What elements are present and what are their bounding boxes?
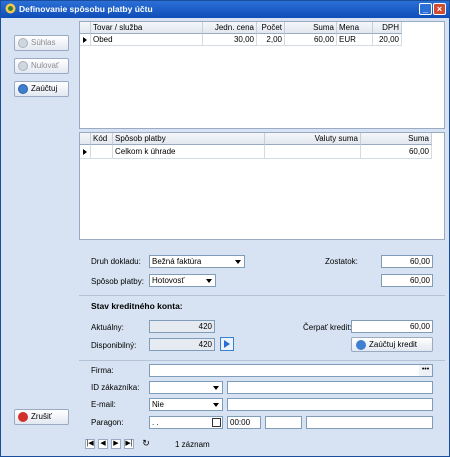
col-header-suma[interactable]: Suma: [361, 133, 432, 145]
chevron-down-icon[interactable]: [233, 256, 244, 267]
close-button[interactable]: ×: [433, 3, 446, 15]
col-header-tovar[interactable]: Tovar / služba: [91, 22, 203, 34]
title-bar: Definovanie spôsobu platby účtu _ ×: [1, 1, 449, 18]
post-icon: [18, 84, 28, 94]
window-title: Definovanie spôsobu platby účtu: [19, 4, 153, 14]
divider: [79, 360, 445, 361]
firma-field[interactable]: [149, 364, 433, 377]
email-detail-field[interactable]: [227, 398, 433, 411]
firma-label: Firma:: [91, 366, 114, 375]
cell-tovar[interactable]: Obed: [91, 34, 203, 46]
id-zakaznika-select[interactable]: [149, 381, 223, 394]
customer-section: Firma: ••• ID zákazníka: E-mail: Nie Par…: [79, 362, 445, 434]
cell-jedn-cena[interactable]: 30,00: [203, 34, 257, 46]
paragon-date-value: . .: [152, 418, 159, 427]
zrusit-button[interactable]: Zrušiť: [14, 409, 69, 425]
calendar-icon[interactable]: [212, 418, 221, 427]
document-section: Druh dokladu: Bežná faktúra Spôsob platb…: [79, 243, 445, 293]
col-header-pocet[interactable]: Počet: [257, 22, 285, 34]
ellipsis-button[interactable]: •••: [419, 365, 432, 376]
col-header-sposob-platby[interactable]: Spôsob platby: [113, 133, 265, 145]
refresh-icon[interactable]: ↻: [141, 439, 151, 449]
payments-grid: Kód Spôsob platby Valuty suma Suma Celko…: [79, 132, 445, 240]
zauctuj-label: Zaúčtuj: [31, 84, 58, 93]
app-icon: [5, 3, 16, 14]
email-label: E-mail:: [91, 400, 116, 409]
divider: [79, 295, 445, 296]
sposob-platby-value: Hotovosť: [152, 276, 185, 285]
credit-title: Stav kreditného konta:: [91, 301, 183, 311]
window: Definovanie spôsobu platby účtu _ × Súhl…: [0, 0, 450, 457]
zauctuj-kredit-button[interactable]: Zaúčtuj kredit: [351, 337, 433, 352]
sposob-platby-select[interactable]: Hotovosť: [149, 274, 216, 287]
zostatok-field[interactable]: 60,00: [381, 255, 433, 268]
cell-suma[interactable]: 60,00: [285, 34, 337, 46]
sposob-platby-label: Spôsob platby:: [91, 277, 144, 286]
cell-suma[interactable]: 60,00: [361, 145, 432, 159]
disponibilny-label: Disponibilný:: [91, 341, 137, 350]
paragon-number-field[interactable]: [265, 416, 302, 429]
items-grid: Tovar / služba Jedn. cena Počet Suma Men…: [79, 21, 445, 129]
record-count: 1 záznam: [175, 440, 210, 449]
id-zakaznika-label: ID zákazníka:: [91, 383, 140, 392]
last-record-icon[interactable]: ▶|: [124, 439, 134, 449]
row-indicator-header: [80, 22, 91, 34]
play-icon: [224, 340, 230, 348]
email-select[interactable]: Nie: [149, 398, 223, 411]
druh-dokladu-select[interactable]: Bežná faktúra: [149, 255, 245, 268]
row-indicator: [80, 34, 91, 46]
col-header-mena[interactable]: Mena: [337, 22, 373, 34]
aktualny-field: 420: [149, 320, 215, 333]
paragon-label: Paragon:: [91, 418, 124, 427]
nulovat-label: Nulovať: [31, 61, 59, 70]
chevron-down-icon[interactable]: [211, 382, 222, 393]
first-record-icon[interactable]: |◀: [85, 439, 95, 449]
disponibilny-field: 420: [149, 338, 215, 351]
chevron-down-icon[interactable]: [204, 275, 215, 286]
paragon-note-field[interactable]: [306, 416, 433, 429]
suhlas-button[interactable]: Súhlas: [14, 35, 69, 51]
cell-valuty-suma[interactable]: [265, 145, 361, 159]
cell-kod[interactable]: [91, 145, 113, 159]
suhlas-label: Súhlas: [31, 38, 56, 47]
druh-dokladu-label: Druh dokladu:: [91, 257, 141, 266]
chevron-down-icon[interactable]: [211, 399, 222, 410]
cell-sposob-platby[interactable]: Celkom k úhrade: [113, 145, 265, 159]
nulovat-button[interactable]: Nulovať: [14, 58, 69, 74]
paragon-time-field[interactable]: 00:00: [227, 416, 261, 429]
reset-icon: [18, 61, 28, 71]
zauctuj-kredit-label: Zaúčtuj kredit: [369, 340, 418, 349]
record-navigator: |◀ ◀ ▶ ▶| ↻ 1 záznam: [79, 435, 449, 455]
row-indicator-header: [80, 133, 91, 145]
cerpat-kredit-label: Čerpať kredit:: [303, 323, 352, 332]
aktualny-label: Aktuálny:: [91, 323, 124, 332]
post-icon: [356, 340, 366, 350]
cell-pocet[interactable]: 2,00: [257, 34, 285, 46]
zauctuj-button[interactable]: Zaúčtuj: [14, 81, 69, 97]
col-header-dph[interactable]: DPH: [373, 22, 402, 34]
next-record-icon[interactable]: ▶: [111, 439, 121, 449]
col-header-suma[interactable]: Suma: [285, 22, 337, 34]
check-icon: [18, 38, 28, 48]
col-header-jedn-cena[interactable]: Jedn. cena: [203, 22, 257, 34]
sposob-amount-field[interactable]: 60,00: [381, 274, 433, 287]
transfer-arrow-button[interactable]: [220, 337, 234, 351]
zostatok-label: Zostatok:: [325, 257, 358, 266]
druh-dokladu-value: Bežná faktúra: [152, 257, 202, 266]
paragon-date-field[interactable]: . .: [149, 416, 223, 429]
minimize-button[interactable]: _: [419, 3, 432, 15]
id-zakaznika-detail-field[interactable]: [227, 381, 433, 394]
cancel-icon: [18, 412, 28, 422]
col-header-valuty-suma[interactable]: Valuty suma: [265, 133, 361, 145]
left-toolbar: Súhlas Nulovať Zaúčtuj Zrušiť: [3, 20, 75, 433]
cerpat-kredit-field[interactable]: 60,00: [351, 320, 433, 333]
col-header-kod[interactable]: Kód: [91, 133, 113, 145]
credit-section: Stav kreditného konta: Aktuálny: 420 Dis…: [79, 297, 445, 357]
cell-dph[interactable]: 20,00: [373, 34, 402, 46]
row-indicator: [80, 145, 91, 159]
prev-record-icon[interactable]: ◀: [98, 439, 108, 449]
email-value: Nie: [152, 400, 165, 409]
cell-mena[interactable]: EUR: [337, 34, 373, 46]
zrusit-label: Zrušiť: [31, 412, 52, 421]
